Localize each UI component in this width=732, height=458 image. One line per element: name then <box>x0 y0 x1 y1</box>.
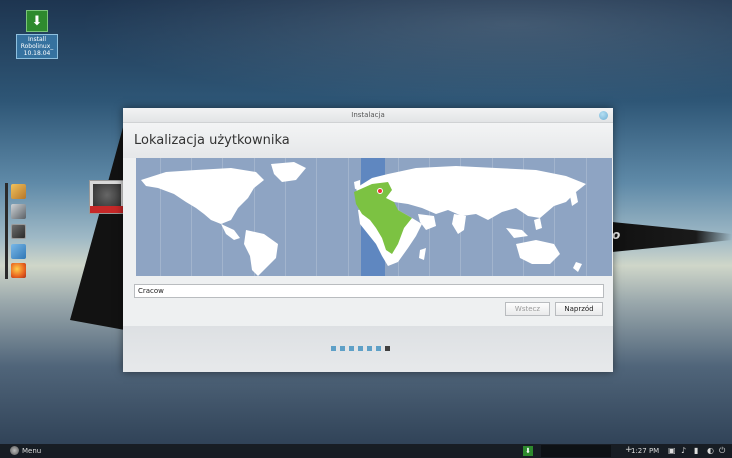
installer-window: Instalacja Lokalizacja użytkownika Craco… <box>123 108 613 372</box>
battery-icon[interactable]: ▮ <box>694 446 698 456</box>
thumbnail-image <box>93 184 121 206</box>
progress-dot <box>340 346 345 351</box>
location-marker <box>377 188 383 194</box>
desktop-icon-label: Install Robolinux_ 10.18.04 <box>16 34 58 59</box>
package-icon[interactable] <box>11 184 26 199</box>
progress-dot-current <box>385 346 390 351</box>
window-title: Instalacja <box>351 111 385 119</box>
page-title: Lokalizacja użytkownika <box>134 133 290 148</box>
folder-icon[interactable] <box>11 244 26 259</box>
close-icon[interactable] <box>599 111 608 120</box>
progress-dot <box>331 346 336 351</box>
start-menu-button[interactable]: Menu <box>10 446 41 455</box>
night-mode-icon[interactable]: ◐ <box>707 446 714 456</box>
volume-icon[interactable]: ♪ <box>681 446 686 456</box>
wallpaper-wing-right <box>612 222 732 252</box>
wallpaper-wing-left <box>70 120 125 330</box>
menu-label: Menu <box>22 446 42 455</box>
progress-dot <box>367 346 372 351</box>
taskbar-window-list[interactable] <box>541 445 611 457</box>
heading-area: Lokalizacja użytkownika <box>123 123 613 158</box>
timezone-map[interactable] <box>136 158 612 276</box>
taskbar: Menu ⬇ + 1:27 PM ▣ ♪ ▮ ◐ ⏻ <box>0 444 732 458</box>
menu-icon <box>10 446 19 455</box>
dock-bar <box>5 183 8 279</box>
progress-dot <box>349 346 354 351</box>
progress-dots <box>331 346 390 351</box>
progress-dot <box>358 346 363 351</box>
clock[interactable]: 1:27 PM <box>631 447 659 455</box>
download-icon: ⬇ <box>26 10 48 32</box>
window-titlebar[interactable]: Instalacja <box>123 108 613 123</box>
wallpaper-logo: o <box>612 228 621 242</box>
system-settings-icon[interactable] <box>11 204 26 219</box>
left-dock <box>5 181 27 281</box>
desktop-icon-install-robolinux[interactable]: ⬇ Install Robolinux_ 10.18.04 <box>16 10 58 59</box>
next-button[interactable]: Naprzód <box>555 302 603 316</box>
location-input[interactable] <box>134 284 604 298</box>
wallpaper-glow <box>0 0 732 120</box>
power-icon[interactable]: ⏻ <box>719 446 725 456</box>
download-icon[interactable]: ⬇ <box>523 446 533 456</box>
terminal-icon[interactable] <box>11 224 26 239</box>
progress-footer <box>123 326 613 372</box>
thumbnail-caption <box>90 206 124 213</box>
world-map-land <box>141 162 586 276</box>
desktop-thumbnail[interactable] <box>89 180 125 214</box>
progress-dot <box>376 346 381 351</box>
firefox-icon[interactable] <box>11 263 26 278</box>
network-icon[interactable]: ▣ <box>668 446 676 456</box>
back-button[interactable]: Wstecz <box>505 302 550 316</box>
